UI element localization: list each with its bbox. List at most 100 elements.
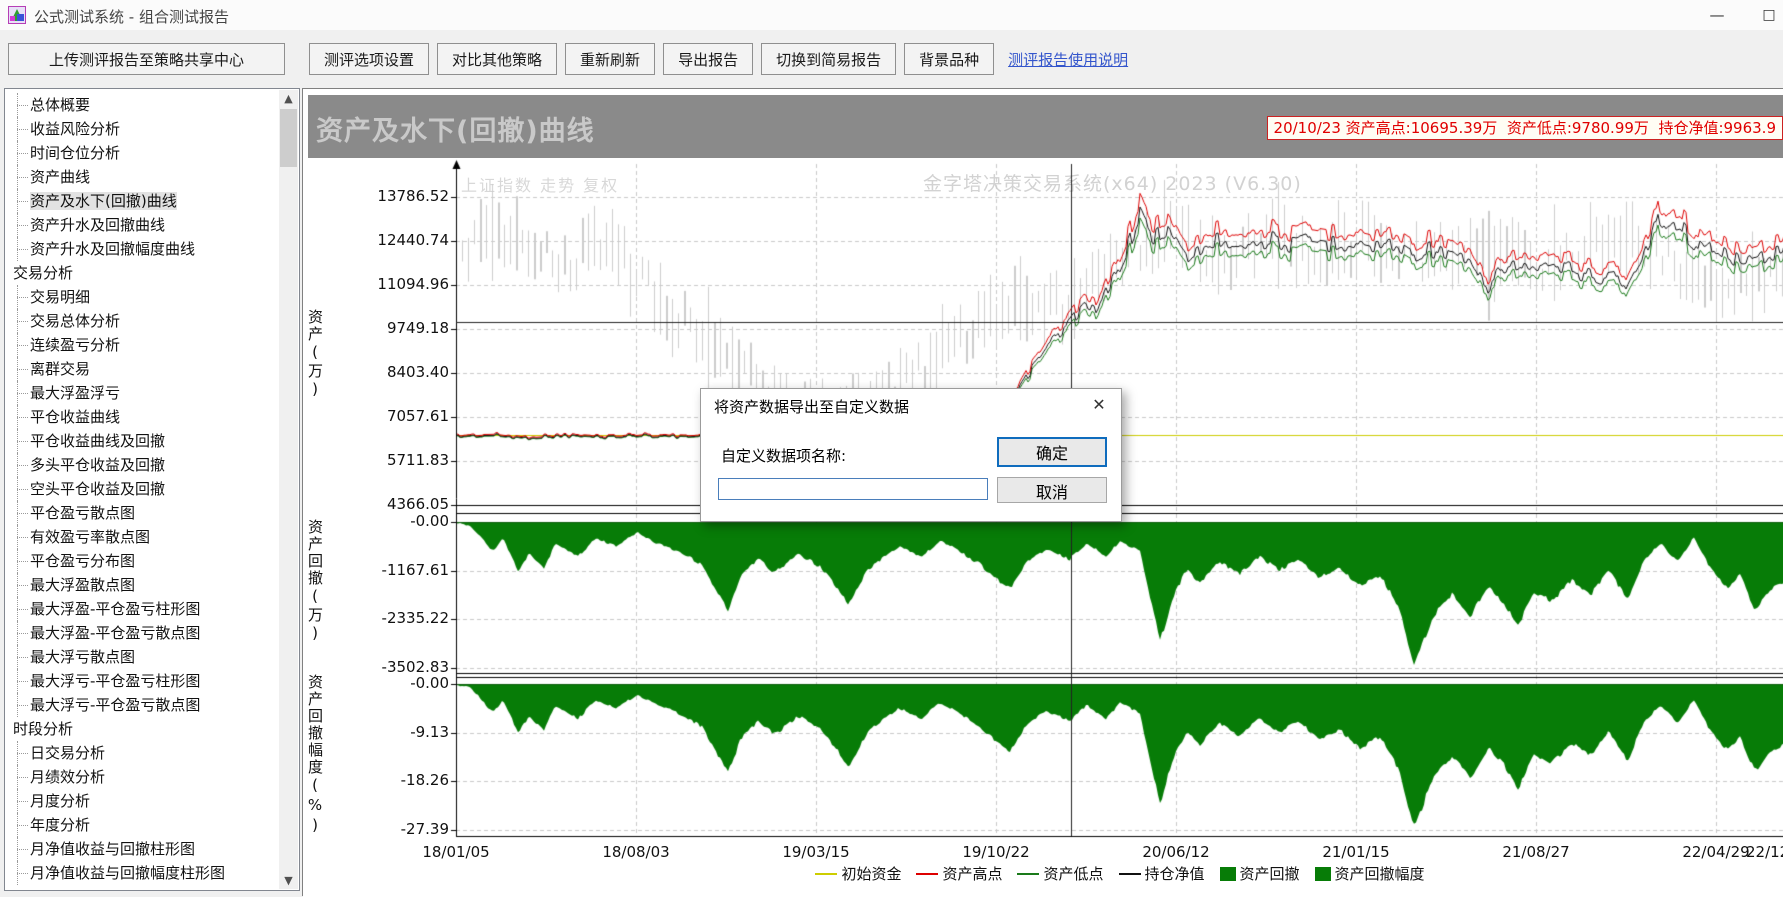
sidebar-item-label: 月度分析 bbox=[30, 792, 90, 810]
legend-item: 资产低点 bbox=[1017, 863, 1103, 884]
y-tick-label: -3502.83 bbox=[317, 658, 449, 676]
x-tick-label: 19/10/22 bbox=[962, 843, 1029, 861]
scroll-up-icon[interactable]: ▲ bbox=[279, 90, 298, 107]
sidebar-item-21[interactable]: 最大浮盈散点图 bbox=[6, 573, 278, 597]
x-tick-label: 18/01/05 bbox=[422, 843, 489, 861]
y-tick-label: 5711.83 bbox=[317, 451, 449, 469]
tree-twig bbox=[17, 825, 28, 826]
sidebar-item-13[interactable]: 最大浮盈浮亏 bbox=[6, 381, 278, 405]
report-help-link[interactable]: 测评报告使用说明 bbox=[1008, 49, 1128, 70]
sidebar-item-1[interactable]: 总体概要 bbox=[6, 93, 278, 117]
toolbar-button-5[interactable]: 导出报告 bbox=[663, 43, 753, 75]
sidebar-item-20[interactable]: 平仓盈亏分布图 bbox=[6, 549, 278, 573]
tree-twig bbox=[17, 489, 28, 490]
tree-twig bbox=[17, 513, 28, 514]
sidebar-item-22[interactable]: 最大浮盈-平仓盈亏柱形图 bbox=[6, 597, 278, 621]
tree-twig bbox=[17, 465, 28, 466]
sidebar-item-7[interactable]: 资产升水及回撤幅度曲线 bbox=[6, 237, 278, 261]
tree-twig bbox=[17, 537, 28, 538]
sidebar-item-26[interactable]: 最大浮亏-平仓盈亏散点图 bbox=[6, 693, 278, 717]
data-item-name-input[interactable] bbox=[718, 478, 988, 500]
sidebar-item-17[interactable]: 空头平仓收益及回撤 bbox=[6, 477, 278, 501]
chart-header: 资产及水下(回撤)曲线 20/10/23 资产高点:10695.39万 资产低点… bbox=[308, 95, 1783, 158]
sidebar-item-24[interactable]: 最大浮亏散点图 bbox=[6, 645, 278, 669]
tree-twig bbox=[17, 297, 28, 298]
legend-swatch bbox=[1220, 867, 1236, 881]
sidebar-item-32[interactable]: 月净值收益与回撤柱形图 bbox=[6, 837, 278, 861]
tree-twig bbox=[17, 681, 28, 682]
sidebar-item-19[interactable]: 有效盈亏率散点图 bbox=[6, 525, 278, 549]
ok-button[interactable]: 确定 bbox=[997, 437, 1107, 467]
x-tick-label: 22/12 bbox=[1746, 843, 1783, 861]
sidebar-item-30[interactable]: 月度分析 bbox=[6, 789, 278, 813]
chart-canvas[interactable] bbox=[303, 159, 1783, 897]
tree-scrollbar[interactable]: ▲ ▼ bbox=[279, 90, 298, 889]
scrollbar-thumb[interactable] bbox=[280, 109, 297, 167]
sidebar-item-5[interactable]: 资产及水下(回撤)曲线 bbox=[6, 189, 278, 213]
sidebar-item-33[interactable]: 月净值收益与回撤幅度柱形图 bbox=[6, 861, 278, 885]
sidebar-item-23[interactable]: 最大浮盈-平仓盈亏散点图 bbox=[6, 621, 278, 645]
close-icon[interactable]: ✕ bbox=[1087, 394, 1111, 416]
toolbar-button-3[interactable]: 对比其他策略 bbox=[437, 43, 557, 75]
sidebar-item-9[interactable]: 交易明细 bbox=[6, 285, 278, 309]
scroll-down-icon[interactable]: ▼ bbox=[279, 872, 298, 889]
crosshair-info-bar: 20/10/23 资产高点:10695.39万 资产低点:9780.99万 持仓… bbox=[1267, 116, 1783, 140]
sidebar-item-label: 空头平仓收益及回撤 bbox=[30, 480, 165, 498]
sidebar-item-16[interactable]: 多头平仓收益及回撤 bbox=[6, 453, 278, 477]
legend-item: 资产高点 bbox=[916, 863, 1002, 884]
sidebar-item-label: 收益风险分析 bbox=[30, 120, 120, 138]
x-tick-label: 22/04/29 bbox=[1682, 843, 1749, 861]
sidebar-item-12[interactable]: 离群交易 bbox=[6, 357, 278, 381]
sidebar-item-29[interactable]: 月绩效分析 bbox=[6, 765, 278, 789]
y-tick-label: 11094.96 bbox=[317, 275, 449, 293]
sidebar-item-4[interactable]: 资产曲线 bbox=[6, 165, 278, 189]
x-tick-label: 21/08/27 bbox=[1502, 843, 1569, 861]
sidebar-item-27[interactable]: 时段分析 bbox=[6, 717, 278, 741]
chart-body: 上证指数 走势 复权 金字塔决策交易系统(x64) 2023 (V6.30) 1… bbox=[303, 159, 1783, 897]
sidebar-item-label: 最大浮亏散点图 bbox=[30, 648, 135, 666]
tree-twig bbox=[17, 417, 28, 418]
tree-twig bbox=[17, 153, 28, 154]
x-tick-label: 21/01/15 bbox=[1322, 843, 1389, 861]
data-item-name-label: 自定义数据项名称: bbox=[721, 445, 846, 466]
sidebar-item-label: 交易总体分析 bbox=[30, 312, 120, 330]
export-dialog: 将资产数据导出至自定义数据 ✕ 自定义数据项名称: 确定 取消 bbox=[700, 388, 1122, 522]
sidebar-item-label: 总体概要 bbox=[30, 96, 90, 114]
maximize-button[interactable]: □ bbox=[1752, 2, 1783, 28]
sidebar-item-2[interactable]: 收益风险分析 bbox=[6, 117, 278, 141]
toolbar-button-4[interactable]: 重新刷新 bbox=[565, 43, 655, 75]
tree-twig bbox=[17, 561, 28, 562]
legend-label: 持仓净值 bbox=[1145, 863, 1205, 884]
minimize-button[interactable]: — bbox=[1700, 2, 1734, 28]
report-section-tree: 总体概要收益风险分析时间仓位分析资产曲线资产及水下(回撤)曲线资产升水及回撤曲线… bbox=[4, 88, 300, 891]
sidebar-item-label: 交易明细 bbox=[30, 288, 90, 306]
title-bar: 公式测试系统 - 组合测试报告 — □ bbox=[0, 0, 1783, 30]
cancel-button[interactable]: 取消 bbox=[997, 477, 1107, 503]
sidebar-item-11[interactable]: 连续盈亏分析 bbox=[6, 333, 278, 357]
legend-swatch bbox=[1017, 873, 1039, 875]
axis-caption: 资产回撤(万) bbox=[307, 519, 323, 644]
sidebar-item-label: 时间仓位分析 bbox=[30, 144, 120, 162]
sidebar-item-14[interactable]: 平仓收益曲线 bbox=[6, 405, 278, 429]
tree-twig bbox=[17, 753, 28, 754]
sidebar-item-18[interactable]: 平仓盈亏散点图 bbox=[6, 501, 278, 525]
toolbar-button-7[interactable]: 背景品种 bbox=[904, 43, 994, 75]
toolbar-buttons: 上传测评报告至策略共享中心测评选项设置对比其他策略重新刷新导出报告切换到简易报告… bbox=[8, 43, 1002, 75]
sidebar-item-15[interactable]: 平仓收益曲线及回撤 bbox=[6, 429, 278, 453]
toolbar-button-1[interactable]: 上传测评报告至策略共享中心 bbox=[8, 43, 285, 75]
sidebar-item-28[interactable]: 日交易分析 bbox=[6, 741, 278, 765]
toolbar-button-2[interactable]: 测评选项设置 bbox=[309, 43, 429, 75]
sidebar-item-31[interactable]: 年度分析 bbox=[6, 813, 278, 837]
sidebar-item-3[interactable]: 时间仓位分析 bbox=[6, 141, 278, 165]
sidebar-item-6[interactable]: 资产升水及回撤曲线 bbox=[6, 213, 278, 237]
sidebar-item-10[interactable]: 交易总体分析 bbox=[6, 309, 278, 333]
sidebar-item-25[interactable]: 最大浮亏-平仓盈亏柱形图 bbox=[6, 669, 278, 693]
tree-twig bbox=[17, 441, 28, 442]
sidebar-item-8[interactable]: 交易分析 bbox=[6, 261, 278, 285]
tree-twig bbox=[17, 705, 28, 706]
y-tick-label: -1167.61 bbox=[317, 561, 449, 579]
toolbar-button-6[interactable]: 切换到简易报告 bbox=[761, 43, 896, 75]
legend-label: 资产回撤幅度 bbox=[1335, 863, 1425, 884]
tree-twig bbox=[17, 249, 28, 250]
tree-twig bbox=[17, 321, 28, 322]
